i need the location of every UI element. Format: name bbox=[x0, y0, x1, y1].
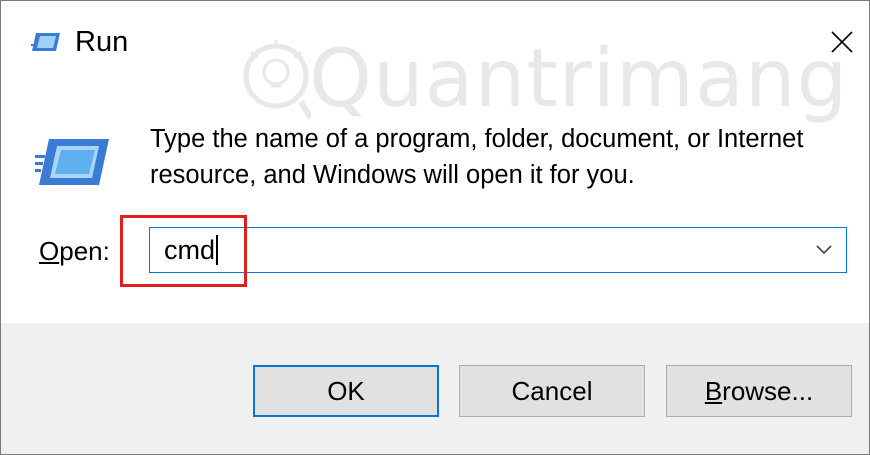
open-combobox[interactable]: cmd bbox=[149, 227, 847, 273]
open-label-accelerator: O bbox=[39, 236, 60, 266]
browse-label-rest: rowse... bbox=[722, 375, 814, 406]
open-input-value: cmd bbox=[164, 235, 216, 265]
open-label: Open: bbox=[39, 234, 110, 268]
cancel-button[interactable]: Cancel bbox=[459, 365, 645, 417]
open-input[interactable]: cmd bbox=[164, 232, 219, 268]
close-button[interactable] bbox=[821, 21, 863, 63]
browse-button[interactable]: Browse... bbox=[666, 365, 852, 417]
open-label-rest: pen: bbox=[59, 236, 110, 266]
open-dropdown-button[interactable] bbox=[802, 228, 846, 272]
run-program-icon bbox=[35, 139, 109, 185]
prompt-line-1: Type the name of a program, folder, docu… bbox=[150, 125, 804, 153]
browse-accelerator: B bbox=[704, 375, 723, 406]
ok-button[interactable]: OK bbox=[253, 365, 439, 417]
chevron-down-icon bbox=[816, 245, 832, 255]
run-icon bbox=[31, 33, 60, 51]
run-dialog: Run Quantrimang Type the name of a progr… bbox=[0, 0, 870, 455]
close-icon bbox=[831, 31, 853, 53]
window-title: Run bbox=[75, 26, 129, 58]
button-bar: OK Cancel Browse... bbox=[1, 323, 869, 454]
prompt-line-2: resource, and Windows will open it for y… bbox=[150, 161, 635, 189]
text-caret bbox=[216, 235, 219, 265]
dialog-content: Type the name of a program, folder, docu… bbox=[1, 81, 869, 323]
title-bar: Run bbox=[1, 1, 869, 81]
prompt-text: Type the name of a program, folder, docu… bbox=[150, 121, 850, 193]
